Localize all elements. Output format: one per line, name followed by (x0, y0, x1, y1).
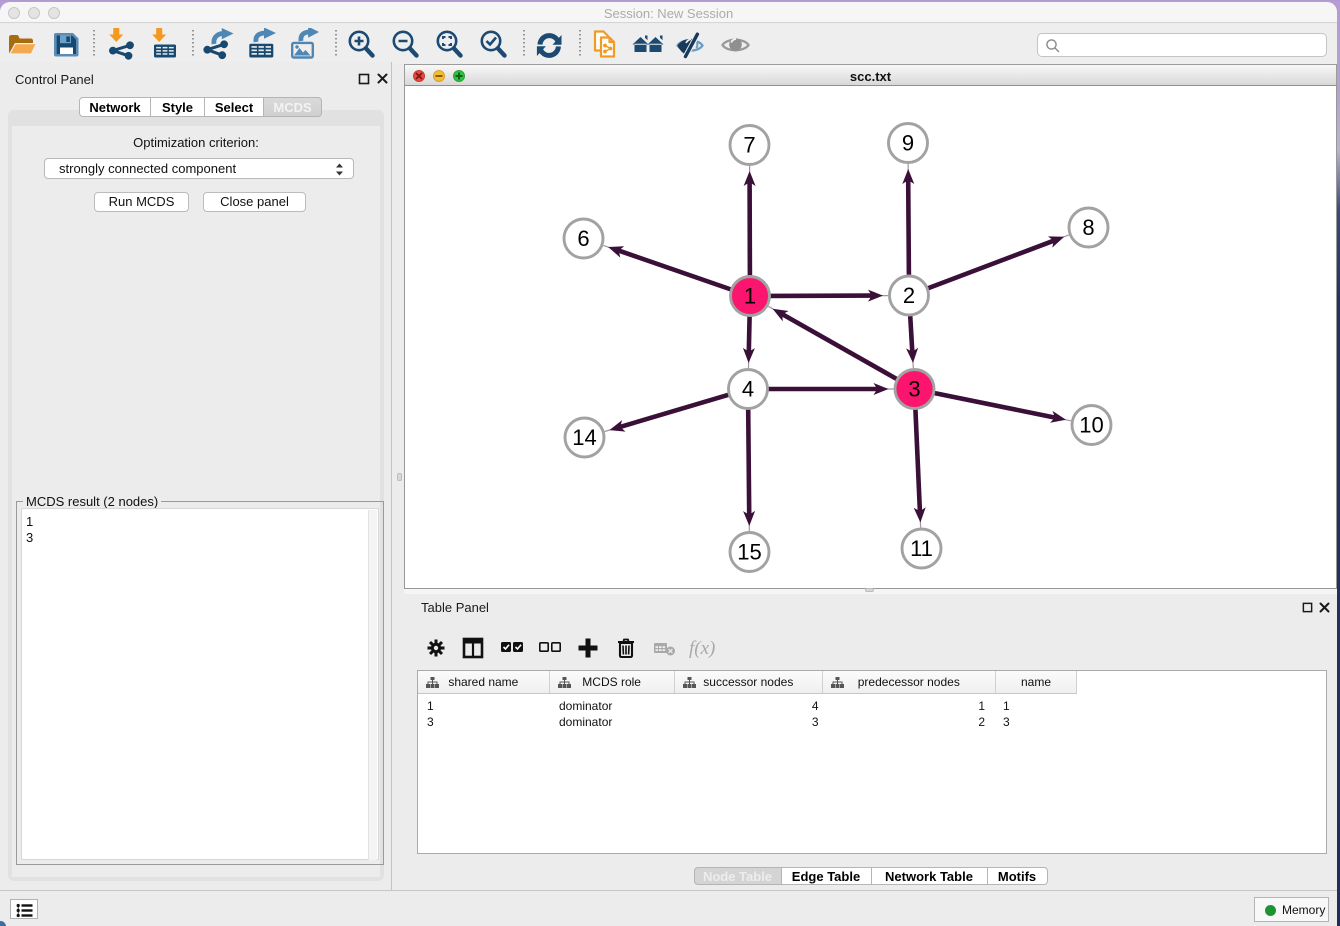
svg-text:f(x): f(x) (689, 638, 715, 659)
svg-text:7: 7 (743, 133, 755, 158)
svg-text:15: 15 (737, 540, 761, 565)
svg-text:9: 9 (902, 131, 914, 156)
svg-text:4: 4 (742, 377, 754, 402)
svg-text:2: 2 (903, 283, 915, 308)
svg-text:14: 14 (572, 425, 596, 450)
svg-text:6: 6 (577, 226, 589, 251)
svg-text:3: 3 (908, 377, 920, 402)
svg-text:8: 8 (1082, 215, 1094, 240)
svg-text:10: 10 (1079, 413, 1103, 438)
svg-text:1: 1 (744, 284, 756, 309)
svg-text:11: 11 (910, 536, 933, 561)
